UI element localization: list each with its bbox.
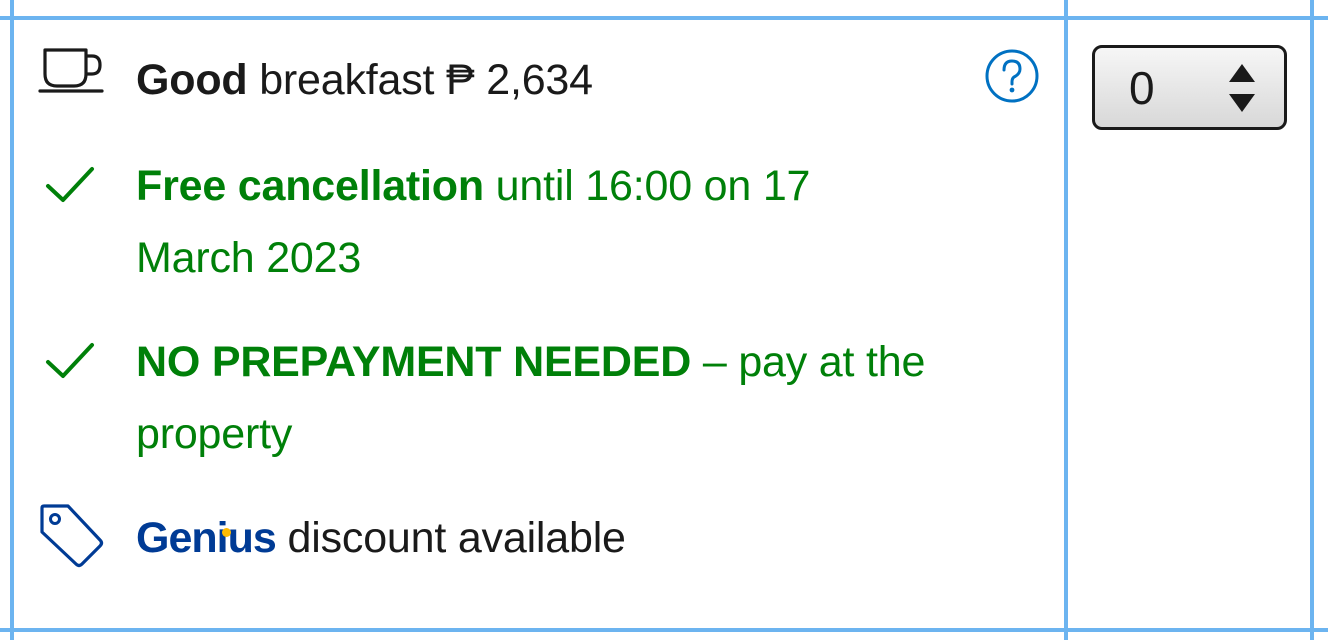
- genius-logo: Genius: [136, 514, 277, 562]
- prepayment-rest: – pay at the: [702, 338, 926, 386]
- breakfast-price: ₱ 2,634: [446, 56, 593, 104]
- table-border-right: [1310, 0, 1314, 640]
- cancellation-until: until 16:00 on 17: [495, 162, 811, 210]
- coffee-cup-icon: [38, 44, 136, 94]
- room-quantity-value: 0: [1129, 61, 1155, 114]
- breakfast-row: Good breakfast ₱ 2,634: [38, 44, 593, 116]
- table-border-column: [1064, 0, 1068, 640]
- checkmark-icon: [38, 150, 136, 222]
- room-option-cell: Good breakfast ₱ 2,634 Free cancellation…: [0, 0, 1328, 640]
- cancellation-text: Free cancellation until 16:00 on 17 Marc…: [136, 150, 810, 294]
- prepayment-bold: NO PREPAYMENT NEEDED: [136, 338, 692, 386]
- genius-discount-label: discount available: [287, 514, 626, 562]
- cancellation-date-line: March 2023: [136, 234, 362, 282]
- table-border-left: [10, 0, 14, 640]
- help-icon[interactable]: [984, 48, 1040, 104]
- room-quantity-select[interactable]: 0: [1092, 45, 1287, 130]
- tag-icon: [38, 502, 136, 568]
- checkmark-icon: [38, 326, 136, 398]
- breakfast-label: breakfast: [259, 56, 435, 104]
- genius-row: Genius discount available: [38, 502, 626, 574]
- cancellation-bold: Free cancellation: [136, 162, 484, 210]
- table-border-bottom: [0, 628, 1328, 632]
- up-down-arrows-icon: [1229, 63, 1255, 112]
- breakfast-text: Good breakfast ₱ 2,634: [136, 44, 593, 116]
- prepayment-property-line: property: [136, 410, 293, 458]
- prepayment-row: NO PREPAYMENT NEEDED – pay at the proper…: [38, 326, 925, 470]
- table-border-top: [0, 16, 1328, 20]
- prepayment-text: NO PREPAYMENT NEEDED – pay at the proper…: [136, 326, 925, 470]
- breakfast-quality: Good: [136, 56, 248, 104]
- cancellation-row: Free cancellation until 16:00 on 17 Marc…: [38, 150, 810, 294]
- genius-dot: [222, 528, 231, 537]
- genius-text: Genius discount available: [136, 502, 626, 574]
